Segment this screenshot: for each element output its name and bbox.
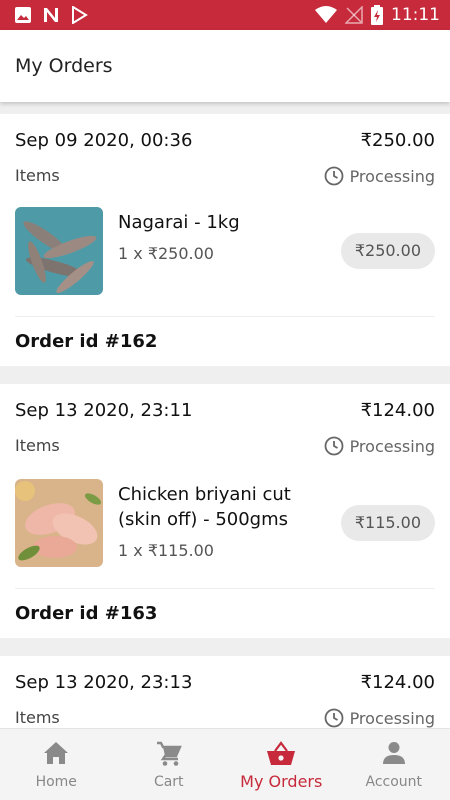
clock-icon (324, 708, 343, 728)
orders-list[interactable]: Sep 09 2020, 00:36 ₹250.00 Items Process… (0, 102, 450, 728)
cart-icon (156, 741, 182, 766)
order-status: Processing (324, 436, 435, 456)
order-card[interactable]: Sep 13 2020, 23:11 ₹124.00 Items Process… (0, 384, 450, 638)
status-bar: 11:11 (0, 0, 450, 30)
notification-icons (14, 6, 88, 24)
order-date: Sep 13 2020, 23:11 (15, 400, 193, 421)
app-bar: My Orders (0, 30, 450, 102)
wifi-icon (315, 6, 337, 23)
items-label: Items (15, 436, 60, 455)
status-text: Processing (349, 166, 435, 186)
clock-icon (324, 166, 343, 186)
order-status: Processing (324, 166, 435, 186)
nav-label: Home (35, 774, 77, 790)
clock: 11:11 (391, 5, 440, 25)
item-price-badge: ₹250.00 (340, 233, 435, 269)
play-store-notification-icon (72, 6, 88, 24)
status-text: Processing (349, 708, 435, 728)
order-id: Order id #162 (15, 331, 158, 352)
chicken-product-image (15, 479, 103, 567)
item-quantity: 1 x ₹115.00 (118, 541, 214, 560)
nav-label: Cart (153, 774, 184, 790)
item-quantity: 1 x ₹250.00 (118, 244, 214, 263)
person-icon (382, 742, 405, 764)
clock-icon (324, 436, 343, 456)
item-price-badge: ₹115.00 (340, 505, 435, 541)
fish-product-image (15, 207, 103, 295)
item-name-line: Chicken briyani cut (118, 484, 291, 505)
nav-account[interactable]: Account (338, 729, 450, 800)
order-total: ₹124.00 (360, 400, 435, 421)
bottom-navigation: Home Cart My Orders Account (0, 728, 450, 800)
nav-cart[interactable]: Cart (113, 729, 226, 800)
order-status: Processing (324, 708, 435, 728)
status-text: Processing (349, 436, 435, 456)
signal-off-icon (345, 6, 363, 24)
basket-icon (267, 741, 296, 765)
nav-label: Account (365, 774, 423, 790)
order-id: Order id #163 (15, 603, 158, 624)
items-label: Items (15, 166, 60, 185)
order-total: ₹124.00 (360, 672, 435, 693)
order-card[interactable]: Sep 13 2020, 23:13 ₹124.00 Items Process… (0, 656, 450, 728)
divider (15, 316, 435, 317)
n-app-notification-icon (44, 8, 58, 22)
home-icon (44, 742, 69, 764)
battery-charging-icon (371, 5, 383, 25)
divider (15, 588, 435, 589)
item-name: Nagarai - 1kg (118, 212, 240, 233)
image-notification-icon (15, 7, 31, 23)
item-name-line: (skin off) - 500gms (118, 509, 289, 530)
nav-my-orders[interactable]: My Orders (225, 729, 338, 800)
order-total: ₹250.00 (360, 130, 435, 151)
order-date: Sep 09 2020, 00:36 (15, 130, 193, 151)
order-card[interactable]: Sep 09 2020, 00:36 ₹250.00 Items Process… (0, 114, 450, 366)
nav-home[interactable]: Home (0, 729, 113, 800)
order-date: Sep 13 2020, 23:13 (15, 672, 193, 693)
page-title: My Orders (15, 55, 113, 77)
item-name: Chicken briyani cut (skin off) - 500gms (118, 482, 291, 532)
system-status: 11:11 (315, 5, 440, 25)
items-label: Items (15, 708, 60, 727)
nav-label: My Orders (240, 772, 323, 791)
